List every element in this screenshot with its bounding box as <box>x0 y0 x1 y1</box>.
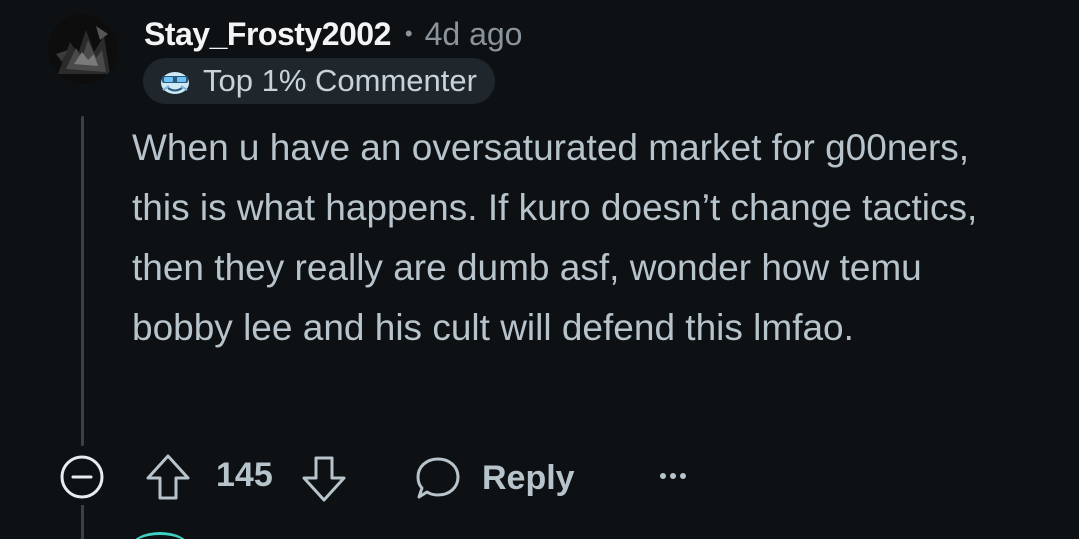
flair-label: Top 1% Commenter <box>203 63 477 98</box>
next-comment-avatar[interactable] <box>130 532 190 539</box>
ellipsis-icon <box>660 473 666 479</box>
reply-button[interactable]: Reply <box>414 452 575 504</box>
downvote-button[interactable] <box>300 452 348 504</box>
thread-line-continuation[interactable] <box>81 505 84 539</box>
reply-label: Reply <box>482 458 575 497</box>
ellipsis-dot <box>670 473 676 479</box>
comment-body: When u have an oversaturated market for … <box>132 127 978 348</box>
minus-circle-icon <box>60 455 104 499</box>
user-avatar[interactable] <box>48 14 118 84</box>
speech-bubble-icon <box>416 457 460 499</box>
vote-score: 145 <box>216 456 273 494</box>
comment-age[interactable]: 4d ago <box>425 16 523 53</box>
arrow-down-icon <box>302 456 346 502</box>
arrow-up-icon <box>146 454 190 500</box>
sunglasses-snoo-icon <box>159 66 191 96</box>
more-options-button[interactable] <box>653 456 693 496</box>
comment-action-bar: 145 Reply <box>0 448 1079 508</box>
comment-page: Stay_Frosty2002 • 4d ago Top 1% Commente… <box>0 0 1079 539</box>
user-flair-badge: Top 1% Commenter <box>143 58 495 104</box>
collapse-thread-button[interactable] <box>59 454 105 500</box>
avatar-image <box>48 14 118 84</box>
thread-line[interactable] <box>81 116 84 446</box>
upvote-button[interactable] <box>144 452 192 504</box>
meta-separator: • <box>404 21 413 46</box>
username-link[interactable]: Stay_Frosty2002 <box>144 16 391 53</box>
comment-header: Stay_Frosty2002 • 4d ago <box>144 12 522 56</box>
ellipsis-dot <box>680 473 686 479</box>
